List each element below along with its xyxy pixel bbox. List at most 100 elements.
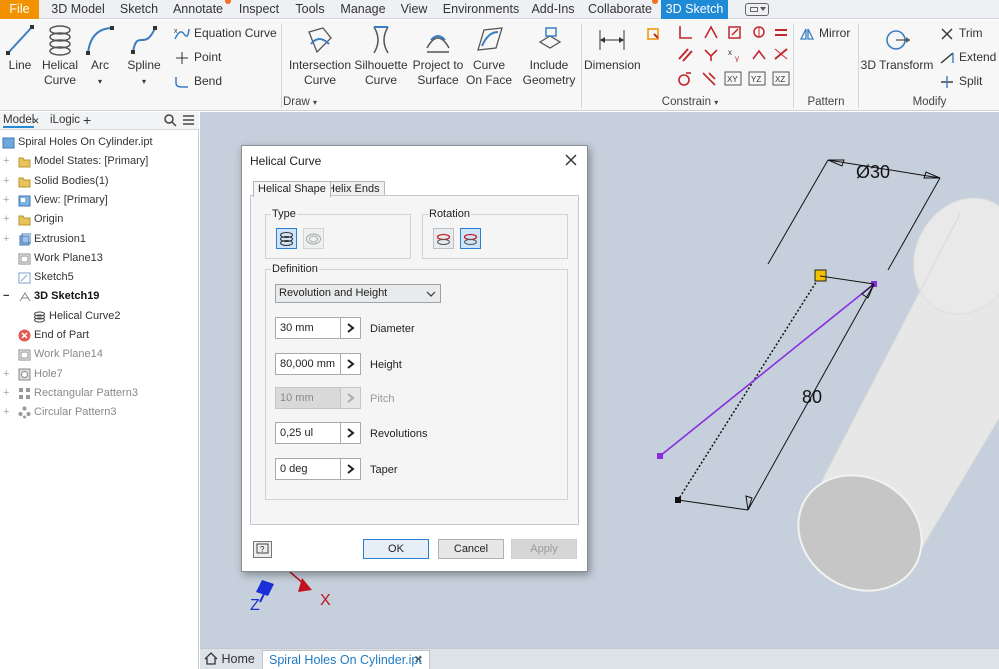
tree-item[interactable]: End of Part bbox=[0, 326, 199, 345]
tab-document[interactable]: Spiral Holes On Cylinder.ipt ✕ bbox=[262, 650, 430, 669]
tree-item[interactable]: + Circular Pattern3 bbox=[0, 403, 199, 422]
expand-icon[interactable]: + bbox=[3, 152, 9, 171]
expand-icon[interactable]: + bbox=[3, 191, 9, 210]
arc-dropdown-icon[interactable]: ▾ bbox=[98, 77, 102, 86]
tab-sketch[interactable]: Sketch bbox=[117, 0, 161, 19]
coincident-icon[interactable] bbox=[702, 24, 720, 40]
expand-icon[interactable]: + bbox=[3, 210, 9, 229]
perpendicular-icon[interactable] bbox=[676, 24, 694, 40]
helical-curve[interactable] bbox=[659, 283, 875, 457]
xy-plane-icon[interactable] bbox=[750, 46, 768, 62]
revolutions-input[interactable]: 0,25 ul bbox=[275, 422, 341, 444]
constrain-group-label[interactable]: Constrain ▾ bbox=[620, 95, 760, 110]
tab-file[interactable]: File bbox=[0, 0, 39, 19]
smooth-icon[interactable] bbox=[676, 70, 694, 86]
tree-item[interactable]: + Origin bbox=[0, 210, 199, 229]
tangent-icon[interactable] bbox=[726, 24, 744, 40]
symmetric-icon[interactable] bbox=[700, 70, 718, 86]
expand-icon[interactable]: + bbox=[3, 230, 9, 249]
tab-view[interactable]: View bbox=[397, 0, 431, 19]
panel-toggle-icon[interactable] bbox=[745, 3, 769, 16]
diameter-dim-text[interactable]: Ø30 bbox=[856, 162, 890, 182]
tab-tools[interactable]: Tools bbox=[292, 0, 328, 19]
tree-item[interactable]: Spiral Holes On Cylinder.ipt bbox=[0, 133, 199, 152]
close-icon[interactable]: ✕ bbox=[32, 116, 40, 127]
arc-button[interactable]: Arc ▾ bbox=[84, 24, 116, 89]
equation-curve-button[interactable]: x Equation Curve bbox=[174, 25, 277, 41]
tree-item[interactable]: Helical Curve2 bbox=[0, 307, 199, 326]
intersection-curve-button[interactable]: Intersection Curve bbox=[287, 24, 353, 88]
tab-helical-shape[interactable]: Helical Shape bbox=[253, 181, 331, 197]
cancel-button[interactable]: Cancel bbox=[438, 539, 504, 559]
type-spiral-button[interactable] bbox=[303, 228, 324, 249]
search-icon[interactable] bbox=[164, 114, 177, 127]
add-tab-icon[interactable]: + bbox=[83, 112, 91, 128]
on-face-icon[interactable] bbox=[772, 46, 790, 62]
tab-annotate[interactable]: Annotate bbox=[170, 0, 226, 19]
xy-parallel-icon[interactable]: XY bbox=[724, 70, 742, 86]
draw-group-label[interactable]: Draw ▾ bbox=[200, 95, 400, 110]
dimension-button[interactable]: Dimension bbox=[584, 24, 641, 73]
tree-item[interactable]: Sketch5 bbox=[0, 268, 199, 287]
tab-3d-model[interactable]: 3D Model bbox=[47, 0, 109, 19]
ok-button[interactable]: OK bbox=[363, 539, 429, 559]
tree-item[interactable]: + Hole7 bbox=[0, 365, 199, 384]
close-tab-icon[interactable]: ✕ bbox=[414, 651, 423, 669]
collinear-icon[interactable] bbox=[702, 46, 720, 62]
taper-input[interactable]: 0 deg bbox=[275, 458, 341, 480]
taper-menu-button[interactable] bbox=[340, 458, 361, 480]
include-geometry-button[interactable]: Include Geometry bbox=[520, 24, 578, 88]
menu-icon[interactable] bbox=[182, 115, 195, 126]
tree-item[interactable]: + Solid Bodies(1) bbox=[0, 172, 199, 191]
expand-icon[interactable]: + bbox=[3, 403, 9, 422]
silhouette-curve-button[interactable]: Silhouette Curve bbox=[352, 24, 410, 88]
revolutions-menu-button[interactable] bbox=[340, 422, 361, 444]
tree-item[interactable]: + View: [Primary] bbox=[0, 191, 199, 210]
height-menu-button[interactable] bbox=[340, 353, 361, 375]
tab-environments[interactable]: Environments bbox=[440, 0, 522, 19]
dialog-close-icon[interactable] bbox=[563, 152, 579, 168]
tree-item[interactable]: + Rectangular Pattern3 bbox=[0, 384, 199, 403]
spline-button[interactable]: Spline ▾ bbox=[124, 24, 164, 89]
trim-button[interactable]: Trim bbox=[939, 25, 983, 41]
tree-item[interactable]: Work Plane14 bbox=[0, 345, 199, 364]
rotation-clockwise-button[interactable] bbox=[433, 228, 454, 249]
type-helix-button[interactable] bbox=[276, 228, 297, 249]
rotation-counterclockwise-button[interactable] bbox=[460, 228, 481, 249]
tab-inspect[interactable]: Inspect bbox=[234, 0, 284, 19]
spline-dropdown-icon[interactable]: ▾ bbox=[142, 77, 146, 86]
expand-icon[interactable]: + bbox=[3, 365, 9, 384]
tab-model[interactable]: Model bbox=[3, 114, 35, 128]
diameter-menu-button[interactable] bbox=[340, 317, 361, 339]
tab-home[interactable]: Home bbox=[204, 650, 258, 669]
height-input[interactable]: 80,000 mm bbox=[275, 353, 341, 375]
tab-add-ins[interactable]: Add-Ins bbox=[529, 0, 577, 19]
auto-dimension-icon[interactable] bbox=[645, 26, 663, 42]
tab-ilogic[interactable]: iLogic bbox=[50, 114, 80, 126]
curve-on-face-button[interactable]: Curve On Face bbox=[465, 24, 513, 88]
fix-icon[interactable] bbox=[750, 24, 768, 40]
point-button[interactable]: Point bbox=[174, 49, 221, 65]
tab-3d-sketch[interactable]: 3D Sketch bbox=[661, 0, 728, 19]
helical-curve-button[interactable]: Helical Curve bbox=[40, 24, 80, 88]
collapse-icon[interactable]: − bbox=[3, 287, 9, 306]
equal-icon[interactable] bbox=[772, 24, 790, 40]
helix-axis-grip[interactable] bbox=[814, 269, 827, 282]
xz-parallel-icon[interactable]: XZ bbox=[772, 70, 790, 86]
helix-start-point[interactable] bbox=[657, 453, 663, 459]
yz-parallel-icon[interactable]: YZ bbox=[748, 70, 766, 86]
tree-item[interactable]: − 3D Sketch19 bbox=[0, 287, 199, 306]
extend-button[interactable]: Extend bbox=[939, 49, 996, 65]
diameter-input[interactable]: 30 mm bbox=[275, 317, 341, 339]
tree-item[interactable]: Work Plane13 bbox=[0, 249, 199, 268]
tab-collaborate[interactable]: Collaborate bbox=[586, 0, 654, 19]
tree-item[interactable]: + Extrusion1 bbox=[0, 230, 199, 249]
help-button[interactable]: ? bbox=[253, 541, 272, 558]
tree-item[interactable]: + Model States: [Primary] bbox=[0, 152, 199, 171]
mirror-button[interactable]: Mirror bbox=[799, 25, 850, 41]
expand-icon[interactable]: + bbox=[3, 172, 9, 191]
definition-select[interactable]: Revolution and Height bbox=[275, 284, 441, 303]
parallel-icon[interactable] bbox=[676, 46, 694, 62]
height-dim-text[interactable]: 80 bbox=[802, 387, 822, 407]
3d-transform-button[interactable]: 3D Transform bbox=[860, 24, 934, 73]
